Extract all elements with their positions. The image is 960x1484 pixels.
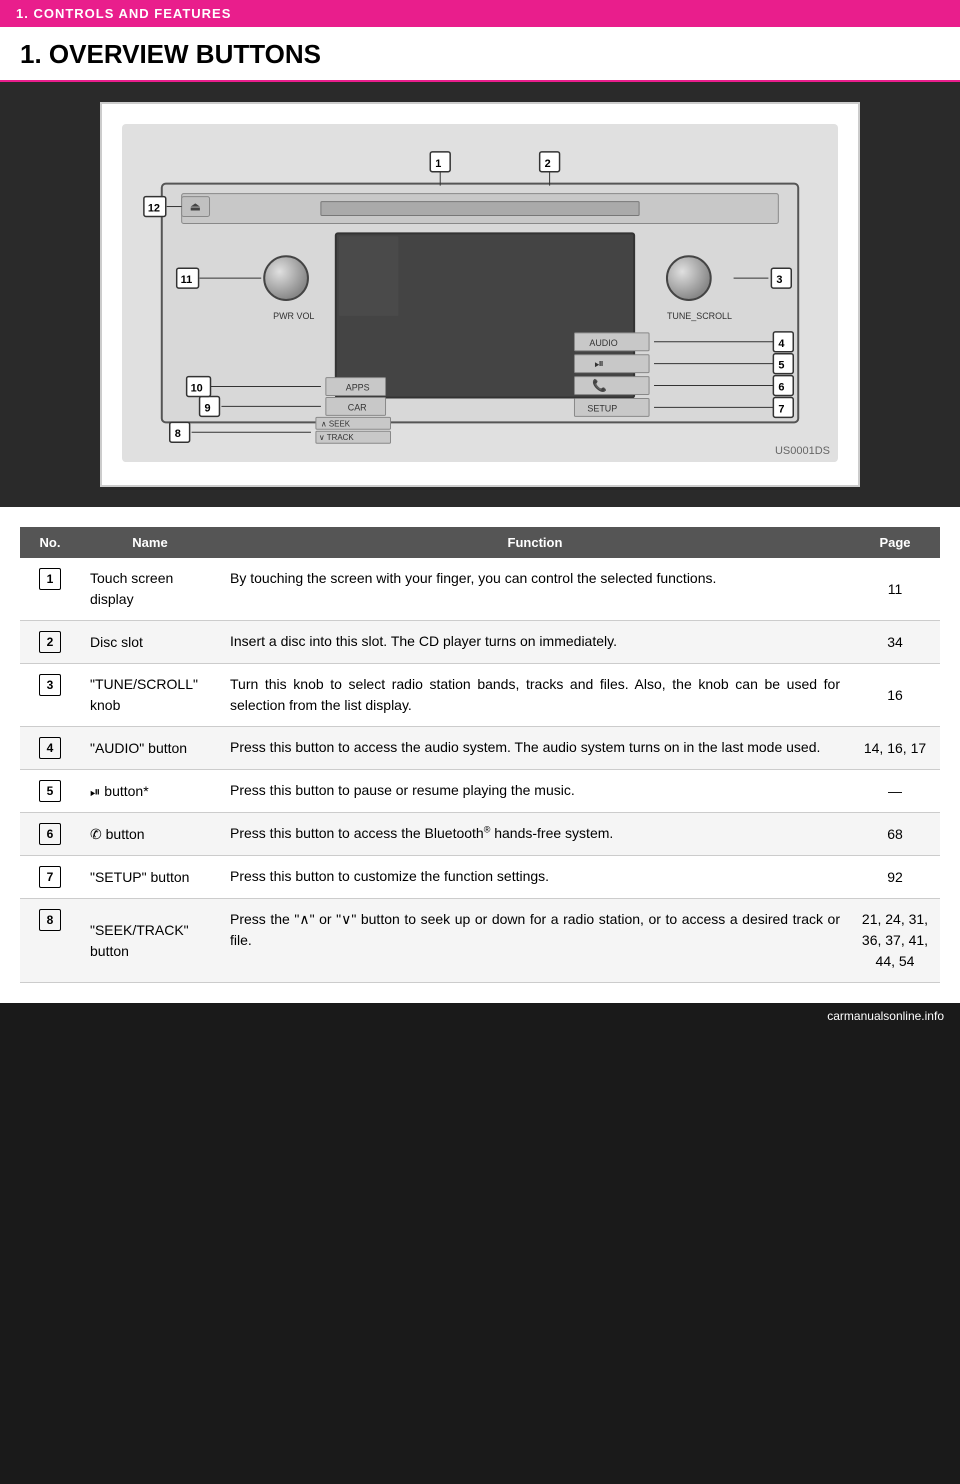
cell-name: Touch screen display (80, 558, 220, 621)
cell-no: 4 (20, 727, 80, 770)
row-number: 8 (39, 909, 61, 931)
footer-watermark: carmanualsonline.info (827, 1009, 944, 1023)
cell-page: 21, 24, 31, 36, 37, 41, 44, 54 (850, 899, 940, 983)
svg-text:TUNE_SCROLL: TUNE_SCROLL (667, 311, 732, 321)
row-number: 5 (39, 780, 61, 802)
cell-page: 34 (850, 621, 940, 664)
col-function: Function (220, 527, 850, 558)
svg-text:10: 10 (191, 383, 203, 395)
svg-text:5: 5 (778, 360, 784, 372)
svg-text:1: 1 (435, 158, 441, 170)
cell-name: Disc slot (80, 621, 220, 664)
table-row: 4 "AUDIO" buttonPress this button to acce… (20, 727, 940, 770)
diagram-box: PWR VOL TUNE_SCROLL APPS (100, 102, 860, 487)
cell-name: "SEEK/TRACK" button (80, 899, 220, 983)
features-table: No. Name Function Page 1 Touch screen dis… (20, 527, 940, 983)
table-row: 8 "SEEK/TRACK" buttonPress the "∧" or "∨"… (20, 899, 940, 983)
svg-text:8: 8 (175, 428, 181, 440)
cell-function: By touching the screen with your finger,… (220, 558, 850, 621)
cell-function: Press this button to customize the funct… (220, 856, 850, 899)
cell-function: Insert a disc into this slot. The CD pla… (220, 621, 850, 664)
cell-page: 68 (850, 813, 940, 856)
svg-text:∧ SEEK: ∧ SEEK (321, 419, 351, 428)
svg-text:2: 2 (545, 158, 551, 170)
cell-function: Press this button to access the Bluetoot… (220, 813, 850, 856)
cell-function: Turn this knob to select radio station b… (220, 664, 850, 727)
row-number: 1 (39, 568, 61, 590)
cell-no: 1 (20, 558, 80, 621)
cell-name: ✆ button (80, 813, 220, 856)
cell-page: 92 (850, 856, 940, 899)
cell-no: 8 (20, 899, 80, 983)
cell-page: 11 (850, 558, 940, 621)
svg-text:⏯: ⏯ (594, 357, 604, 371)
play-pause-icon: ⏯ (90, 782, 100, 802)
cell-page: 14, 16, 17 (850, 727, 940, 770)
row-number: 7 (39, 866, 61, 888)
cell-page: — (850, 770, 940, 813)
cell-name: ⏯ button* (80, 770, 220, 813)
svg-text:∨ TRACK: ∨ TRACK (319, 433, 354, 442)
section-header: 1. CONTROLS AND FEATURES (0, 0, 960, 27)
col-page: Page (850, 527, 940, 558)
cell-name: "AUDIO" button (80, 727, 220, 770)
svg-text:AUDIO: AUDIO (589, 338, 617, 348)
svg-text:3: 3 (776, 274, 782, 286)
diagram-watermark: US0001DS (775, 445, 830, 457)
cell-function: Press this button to pause or resume pla… (220, 770, 850, 813)
footer-bar: carmanualsonline.info (0, 1003, 960, 1029)
svg-text:12: 12 (148, 203, 160, 215)
svg-text:⏏: ⏏ (190, 200, 201, 214)
cell-no: 7 (20, 856, 80, 899)
table-row: 6 ✆ buttonPress this button to access the… (20, 813, 940, 856)
svg-text:9: 9 (205, 402, 211, 414)
table-row: 2 Disc slotInsert a disc into this slot. … (20, 621, 940, 664)
row-number: 4 (39, 737, 61, 759)
radio-diagram-svg: PWR VOL TUNE_SCROLL APPS (122, 124, 838, 462)
col-no: No. (20, 527, 80, 558)
page-title: 1. OVERVIEW BUTTONS (0, 27, 960, 82)
svg-text:📞: 📞 (592, 378, 607, 393)
svg-text:6: 6 (778, 382, 784, 394)
row-number: 3 (39, 674, 61, 696)
col-name: Name (80, 527, 220, 558)
cell-name: "SETUP" button (80, 856, 220, 899)
table-body: 1 Touch screen displayBy touching the scr… (20, 558, 940, 983)
table-row: 5 ⏯ button*Press this button to pause or … (20, 770, 940, 813)
svg-text:4: 4 (778, 338, 785, 350)
cell-no: 5 (20, 770, 80, 813)
cell-no: 6 (20, 813, 80, 856)
cell-name: "TUNE/SCROLL" knob (80, 664, 220, 727)
table-row: 7 "SETUP" buttonPress this button to cust… (20, 856, 940, 899)
cell-no: 2 (20, 621, 80, 664)
svg-text:SETUP: SETUP (587, 403, 617, 413)
svg-text:CAR: CAR (348, 402, 367, 412)
cell-function: Press this button to access the audio sy… (220, 727, 850, 770)
cell-no: 3 (20, 664, 80, 727)
cell-page: 16 (850, 664, 940, 727)
diagram-wrapper: PWR VOL TUNE_SCROLL APPS (122, 124, 838, 465)
page-container: 1. CONTROLS AND FEATURES 1. OVERVIEW BUT… (0, 0, 960, 1029)
table-header-row: No. Name Function Page (20, 527, 940, 558)
svg-text:7: 7 (778, 403, 784, 415)
row-number: 6 (39, 823, 61, 845)
phone-icon: ✆ (90, 824, 102, 845)
svg-text:APPS: APPS (346, 383, 370, 393)
table-section: No. Name Function Page 1 Touch screen dis… (0, 507, 960, 1003)
table-row: 3 "TUNE/SCROLL" knobTurn this knob to sel… (20, 664, 940, 727)
section-title: 1. CONTROLS AND FEATURES (16, 6, 231, 21)
row-number: 2 (39, 631, 61, 653)
svg-text:PWR VOL: PWR VOL (273, 311, 314, 321)
diagram-section: PWR VOL TUNE_SCROLL APPS (0, 82, 960, 507)
svg-text:11: 11 (181, 274, 193, 286)
table-row: 1 Touch screen displayBy touching the scr… (20, 558, 940, 621)
cell-function: Press the "∧" or "∨" button to seek up o… (220, 899, 850, 983)
